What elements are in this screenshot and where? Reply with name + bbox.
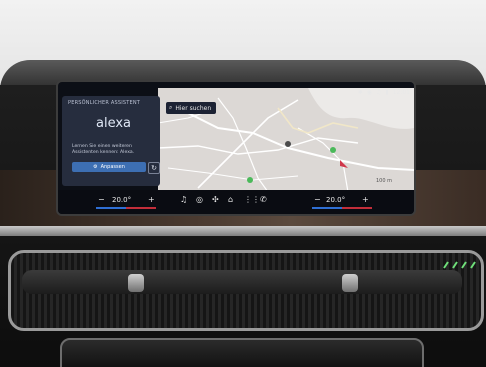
lower-console — [60, 338, 424, 367]
temp-right-cool-bar — [312, 207, 342, 209]
fan-icon[interactable]: ✣ — [212, 195, 219, 204]
refresh-button[interactable]: ↻ — [148, 162, 160, 174]
assistant-description: Lernen Sie einen weiteren Assistenten ke… — [72, 144, 135, 155]
temp-right-value: 20.0° — [326, 196, 346, 204]
customize-label: Anpassen — [100, 164, 125, 170]
vent-knob-left — [128, 274, 144, 292]
temp-left-heat-bar — [126, 207, 156, 209]
search-field[interactable]: ⌕ Hier suchen — [166, 102, 216, 114]
map-scale: 100 m — [376, 178, 393, 184]
temp-right-plus[interactable]: + — [362, 195, 369, 204]
vent-bar — [22, 270, 462, 294]
temp-left-plus[interactable]: + — [148, 195, 155, 204]
bluetooth-icon: ✱ — [357, 88, 363, 96]
chrome-trim — [0, 226, 486, 236]
home-icon[interactable]: ⌂ — [228, 195, 233, 204]
grid-icon[interactable]: ⋮⋮ — [244, 195, 260, 204]
refresh-icon: ↻ — [151, 164, 157, 172]
ambient-light-icon — [443, 261, 476, 269]
temp-left-cool-bar — [96, 207, 126, 209]
customize-button[interactable]: ⚙ Anpassen — [72, 162, 146, 172]
signal-icon: ▮ — [385, 88, 389, 96]
alexa-logo: alexa — [96, 116, 132, 131]
wifi-icon: ◉ — [366, 88, 372, 96]
search-icon: ⌕ — [169, 104, 173, 111]
search-placeholder: Hier suchen — [175, 104, 212, 112]
navigation-icon[interactable]: ◎ — [196, 195, 203, 204]
music-icon[interactable]: ♫ — [180, 195, 187, 204]
assistant-card: PERSÖNLICHER ASSISTENT alexa Lernen Sie … — [62, 96, 160, 186]
phone-icon[interactable]: ✆ — [260, 195, 267, 204]
clock: 12:01 — [392, 88, 410, 96]
settings-icon: ⚙ — [93, 164, 98, 170]
infotainment-display: ✱ ◉ ♫ ▮ 12:01 ⌕ Hier suchen PERSÖNLICHER… — [58, 82, 414, 214]
temp-right-heat-bar — [342, 207, 372, 209]
temp-left-value: 20.0° — [112, 196, 132, 204]
temp-left-minus[interactable]: − — [98, 195, 105, 204]
assistant-title: PERSÖNLICHER ASSISTENT — [68, 100, 141, 106]
music-status-icon: ♫ — [376, 88, 382, 96]
vent-knob-right — [342, 274, 358, 292]
status-bar: ✱ ◉ ♫ ▮ 12:01 — [328, 86, 414, 98]
bottom-bar: − 20.0° + ♫ ◎ ✣ ⌂ ⋮⋮ ✆ − 20.0° + — [58, 190, 414, 214]
temp-right-minus[interactable]: − — [314, 195, 321, 204]
car-interior-photo: ✱ ◉ ♫ ▮ 12:01 ⌕ Hier suchen PERSÖNLICHER… — [0, 0, 486, 367]
